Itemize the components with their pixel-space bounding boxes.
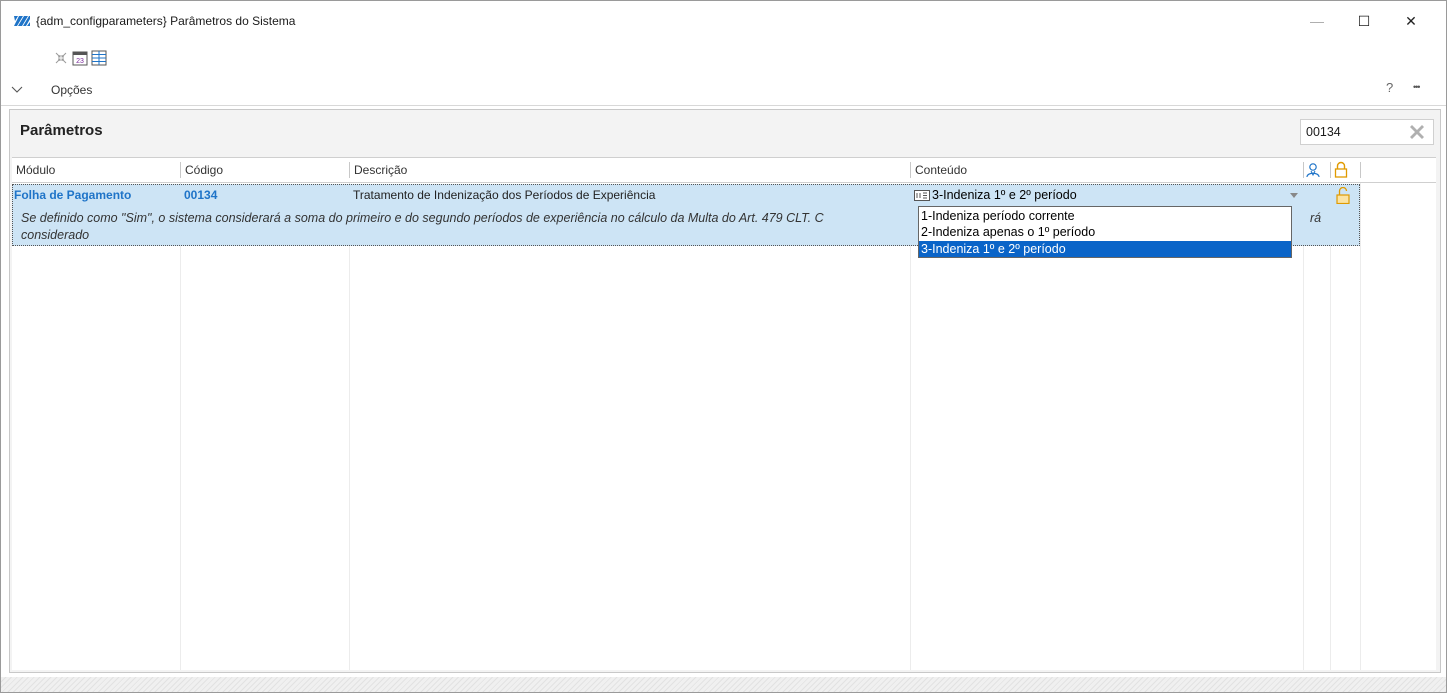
content-value: 3-Indeniza 1º e 2º período [932, 188, 1077, 202]
close-button[interactable]: ✕ [1388, 7, 1434, 35]
svg-text:23: 23 [76, 58, 84, 65]
column-line [910, 183, 911, 670]
help-text-line1-tail: rá [1310, 211, 1322, 225]
calendar-icon[interactable]: 23 [72, 50, 88, 66]
search-value: 00134 [1306, 125, 1341, 139]
help-text-line1: Se definido como "Sim", o sistema consid… [21, 211, 824, 225]
status-strip [1, 677, 1446, 692]
chevron-down-icon[interactable] [11, 85, 23, 95]
content-dropdown-list: 1-Indeniza período corrente 2-Indeniza a… [918, 206, 1292, 258]
column-separator [1303, 162, 1304, 178]
help-text-line2: considerado [21, 228, 90, 242]
clear-search-icon[interactable] [1407, 122, 1427, 142]
module-cell: Folha de Pagamento [14, 188, 132, 202]
column-line [1360, 183, 1361, 670]
help-icon[interactable]: ? [1386, 80, 1393, 95]
app-window: {adm_configparameters} Parâmetros do Sis… [0, 0, 1447, 693]
panel-title: Parâmetros [20, 122, 103, 139]
title-bar: {adm_configparameters} Parâmetros do Sis… [1, 1, 1446, 41]
dropdown-option[interactable]: 2-Indeniza apenas o 1º período [919, 224, 1291, 240]
more-options-icon[interactable]: ••• [1413, 82, 1421, 92]
user-header-icon[interactable] [1305, 162, 1321, 178]
column-header-code[interactable]: Código [181, 158, 349, 182]
window-title: {adm_configparameters} Parâmetros do Sis… [36, 14, 296, 28]
maximize-button[interactable]: ☐ [1341, 7, 1387, 35]
column-separator [1360, 162, 1361, 178]
header-divider [12, 182, 1436, 183]
column-header-module[interactable]: Módulo [12, 158, 180, 182]
unlocked-icon[interactable] [1336, 187, 1350, 204]
description-cell: Tratamento de Indenização dos Períodos d… [353, 188, 656, 202]
dropdown-option[interactable]: 1-Indeniza período corrente [919, 208, 1291, 224]
column-line [180, 183, 181, 670]
dropdown-option-selected[interactable]: 3-Indeniza 1º e 2º período [919, 241, 1291, 257]
dropdown-arrow-icon[interactable] [1290, 193, 1298, 198]
toolbar: 23 [1, 42, 1446, 76]
close-icon: ✕ [1405, 12, 1417, 29]
minimize-icon: — [1310, 13, 1324, 29]
options-bar: Opções ? ••• [1, 77, 1446, 106]
parameters-panel: Parâmetros 00134 Módulo Código Descrição… [9, 109, 1441, 673]
maximize-icon: ☐ [1357, 12, 1371, 29]
lock-header-icon[interactable] [1334, 161, 1348, 178]
code-cell: 00134 [184, 188, 218, 202]
content-combobox[interactable]: 3-Indeniza 1º e 2º período [912, 186, 1304, 204]
column-header-description[interactable]: Descrição [350, 158, 910, 182]
column-line [1303, 183, 1304, 670]
list-value-icon [914, 190, 930, 201]
collapse-all-icon[interactable] [53, 50, 69, 66]
app-logo-icon [14, 16, 30, 26]
column-header-content[interactable]: Conteúdo [911, 158, 1301, 182]
options-label[interactable]: Opções [51, 83, 92, 97]
column-separator [1330, 162, 1331, 178]
grid-layout-icon[interactable] [91, 50, 107, 66]
minimize-button[interactable]: — [1294, 7, 1340, 35]
column-line [1330, 183, 1331, 670]
column-line [349, 183, 350, 670]
